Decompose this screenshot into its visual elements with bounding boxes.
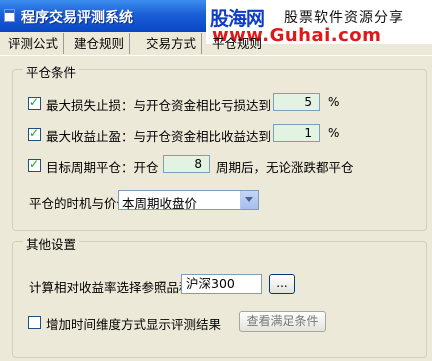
take-profit-checkbox[interactable] [28,126,41,141]
app-icon [4,9,15,22]
close-timing-label: 平仓的时机与价位 [29,196,130,211]
window-title: 程序交易评测系统 [21,10,133,26]
other-settings-group: 其他设置 [12,234,427,358]
view-matches-button[interactable]: 查看满足条件 [239,311,326,332]
tab-panel: 平仓条件 最大损失止损：与开仓资金相比亏损达到 5 % 最大收益止盈：与开仓资金… [0,55,432,361]
time-dimension-checkbox[interactable] [28,316,41,329]
period-close-checkbox[interactable] [28,157,41,172]
take-profit-unit: % [328,126,340,140]
stop-loss-unit: % [328,95,340,109]
benchmark-browse-button[interactable]: ... [269,274,295,294]
stop-loss-input[interactable]: 5 [273,93,320,111]
close-conditions-title: 平仓条件 [23,62,80,81]
stop-loss-label: 最大损失止损：与开仓资金相比亏损达到 [46,98,272,113]
period-close-label: 目标周期平仓：开仓 [46,160,159,175]
watermark-slogan: 股票软件资源分享 [284,10,404,26]
close-timing-select[interactable]: 本周期收盘价 [118,190,259,211]
other-settings-title: 其他设置 [23,234,80,253]
time-dimension-label: 增加时间维度方式显示评测结果 [46,317,222,332]
benchmark-input[interactable]: 沪深300 [181,274,262,294]
stop-loss-checkbox[interactable] [28,95,41,110]
tab-trade-mode[interactable]: 交易方式 [142,33,203,54]
tab-close-rules[interactable]: 平仓规则 [208,33,267,54]
chevron-down-icon[interactable] [240,191,258,209]
close-timing-value: 本周期收盘价 [122,196,198,211]
tab-open-rules[interactable]: 建仓规则 [70,33,131,54]
benchmark-label: 计算相对收益率选择参照品种 [29,280,192,295]
tab-formula[interactable]: 评测公式 [4,33,65,54]
period-count-input[interactable]: 8 [163,155,210,173]
period-close-suffix: 周期后，无论涨跌都平仓 [216,160,354,175]
take-profit-input[interactable]: 1 [273,124,320,142]
take-profit-label: 最大收益止盈：与开仓资金相比收益达到 [46,129,272,144]
